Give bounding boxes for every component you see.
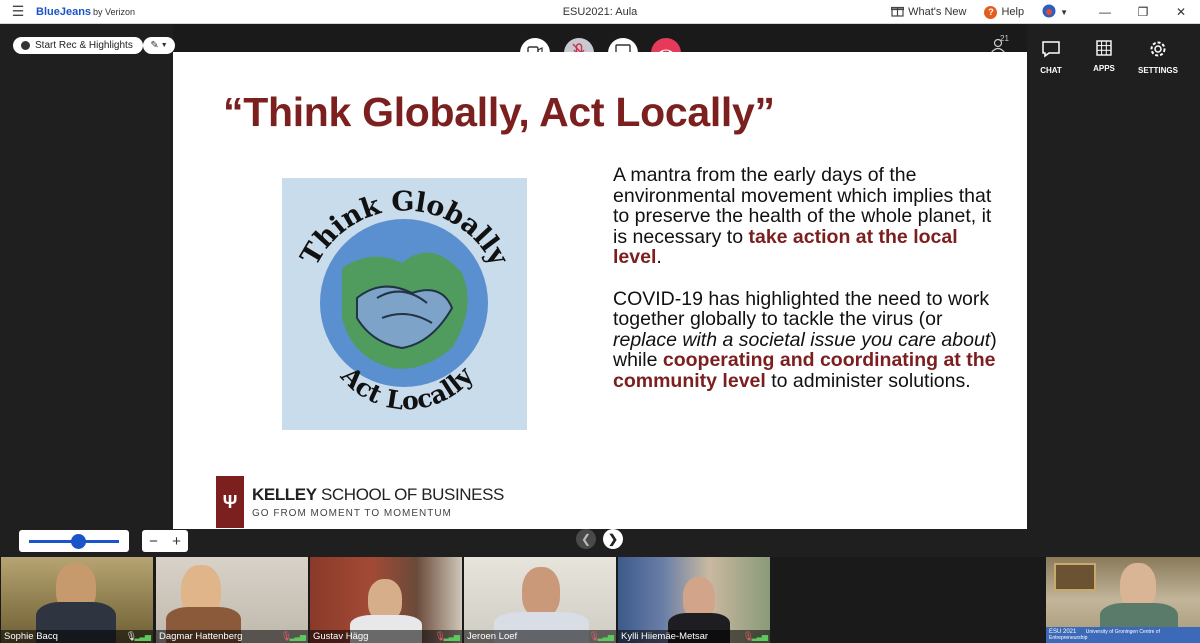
restore-button[interactable]: ❐ xyxy=(1124,5,1162,19)
iu-trident-icon: Ψ xyxy=(216,476,244,528)
para2-text: COVID-19 has highlighted the need to wor… xyxy=(613,287,990,330)
previous-page-button[interactable]: ❮ xyxy=(576,529,596,549)
settings-label: SETTINGS xyxy=(1137,66,1178,75)
close-button[interactable]: ✕ xyxy=(1162,5,1200,19)
signal-icon: ▂▃▅ xyxy=(134,632,152,641)
app-logo: BlueJeans by Verizon xyxy=(36,6,135,18)
minimize-button[interactable]: — xyxy=(1086,5,1124,19)
signal-icon: ▂▃▅ xyxy=(289,632,307,641)
chat-button[interactable]: CHAT xyxy=(1028,40,1074,75)
participant-face xyxy=(522,567,560,617)
paragraph-1: A mantra from the early days of the envi… xyxy=(613,165,998,268)
apps-button[interactable]: APPS xyxy=(1081,40,1127,73)
gift-icon xyxy=(891,5,905,20)
school-name-rest: SCHOOL OF BUSINESS xyxy=(316,485,504,504)
pen-icon: ✎ xyxy=(150,40,159,51)
shared-slide: “Think Globally, Act Locally” Think Glob… xyxy=(173,52,1027,529)
signal-icon: ▂▃▅ xyxy=(443,632,461,641)
school-tagline: GO FROM MOMENT TO MOMENTUM xyxy=(252,508,452,519)
avatar-icon xyxy=(1042,4,1056,21)
self-view-banner: ESU 2021 University of Groningen Centre … xyxy=(1046,627,1200,643)
chat-label: CHAT xyxy=(1040,66,1062,75)
meeting-stage: Start Rec & Highlights ✎ ▼ ▾ ▾ ▾ 21 “Thi… xyxy=(0,24,1200,557)
earth-hands-illustration: Think Globally Act Locally xyxy=(282,178,527,430)
participants-count: 21 xyxy=(1000,34,1009,43)
zoom-knob[interactable] xyxy=(71,533,86,549)
signal-icon: ▂▃▅ xyxy=(597,632,615,641)
para1-end: . xyxy=(656,246,662,268)
participant-strip: Sophie Bacq 🎙 ▂▃▅ Dagmar Hattenberg 🎙 ▂▃… xyxy=(0,557,1200,643)
help-icon: ? xyxy=(984,5,998,19)
slide-title: “Think Globally, Act Locally” xyxy=(223,89,775,135)
school-name: KELLEY SCHOOL OF BUSINESS xyxy=(252,485,504,505)
zoom-track xyxy=(29,533,119,549)
zoom-in-button[interactable]: + xyxy=(172,533,181,550)
slide-body: A mantra from the early days of the envi… xyxy=(613,165,998,412)
chevron-right-icon: ❯ xyxy=(607,532,619,546)
whats-new-label: What's New xyxy=(908,6,967,18)
brand-suffix: by Verizon xyxy=(93,6,136,17)
gear-icon xyxy=(1134,40,1182,60)
start-rec-label: Start Rec & Highlights xyxy=(35,40,133,51)
participant-tile[interactable]: Gustav Hägg 🎙 ▂▃▅ xyxy=(310,557,462,643)
para2-end: to administer solutions. xyxy=(765,369,971,392)
chevron-left-icon: ❮ xyxy=(580,532,592,546)
whats-new-button[interactable]: What's New xyxy=(891,5,966,20)
slide-header-bar xyxy=(173,24,1027,52)
menu-icon[interactable]: ☰ xyxy=(0,3,36,20)
school-name-bold: KELLEY xyxy=(252,485,317,504)
para2-italic: replace with a societal issue you care a… xyxy=(613,328,991,351)
self-view-tile[interactable]: ESU 2021 University of Groningen Centre … xyxy=(1046,557,1200,643)
participant-tile[interactable]: Dagmar Hattenberg 🎙 ▂▃▅ xyxy=(156,557,308,643)
paragraph-2: COVID-19 has highlighted the need to wor… xyxy=(613,287,998,392)
apps-label: APPS xyxy=(1093,64,1115,73)
annotate-button[interactable]: ✎ ▼ xyxy=(143,37,175,54)
chat-icon xyxy=(1028,40,1074,60)
next-page-button[interactable]: ❯ xyxy=(603,529,623,549)
settings-button[interactable]: SETTINGS xyxy=(1134,40,1182,75)
signal-icon: ▂▃▅ xyxy=(751,632,769,641)
brand-name: BlueJeans xyxy=(36,5,92,18)
kelley-logo: Ψ KELLEY SCHOOL OF BUSINESS GO FROM MOME… xyxy=(216,476,504,528)
zoom-slider[interactable] xyxy=(19,530,129,552)
participant-tile[interactable]: Sophie Bacq 🎙 ▂▃▅ xyxy=(1,557,153,643)
apps-grid-icon xyxy=(1081,40,1127,58)
title-bar: ☰ BlueJeans by Verizon ESU2021: Aula What… xyxy=(0,0,1200,24)
participant-tile[interactable]: Jeroen Loef 🎙 ▂▃▅ xyxy=(464,557,616,643)
help-button[interactable]: ? Help xyxy=(984,5,1025,19)
wall-painting xyxy=(1054,563,1096,591)
chevron-down-icon: ▼ xyxy=(160,42,168,49)
chevron-down-icon: ▼ xyxy=(1060,7,1068,17)
account-button[interactable]: ▼ xyxy=(1042,4,1068,21)
record-icon xyxy=(21,41,30,50)
zoom-buttons: − + xyxy=(142,530,188,552)
help-label: Help xyxy=(1001,6,1025,18)
participant-tile[interactable]: Kylli Hiiemäe-Metsar 🎙 ▂▃▅ xyxy=(618,557,770,643)
right-panel: CHAT APPS SETTINGS xyxy=(1027,24,1200,557)
start-rec-button[interactable]: Start Rec & Highlights xyxy=(13,37,143,54)
zoom-out-button[interactable]: − xyxy=(149,533,158,550)
